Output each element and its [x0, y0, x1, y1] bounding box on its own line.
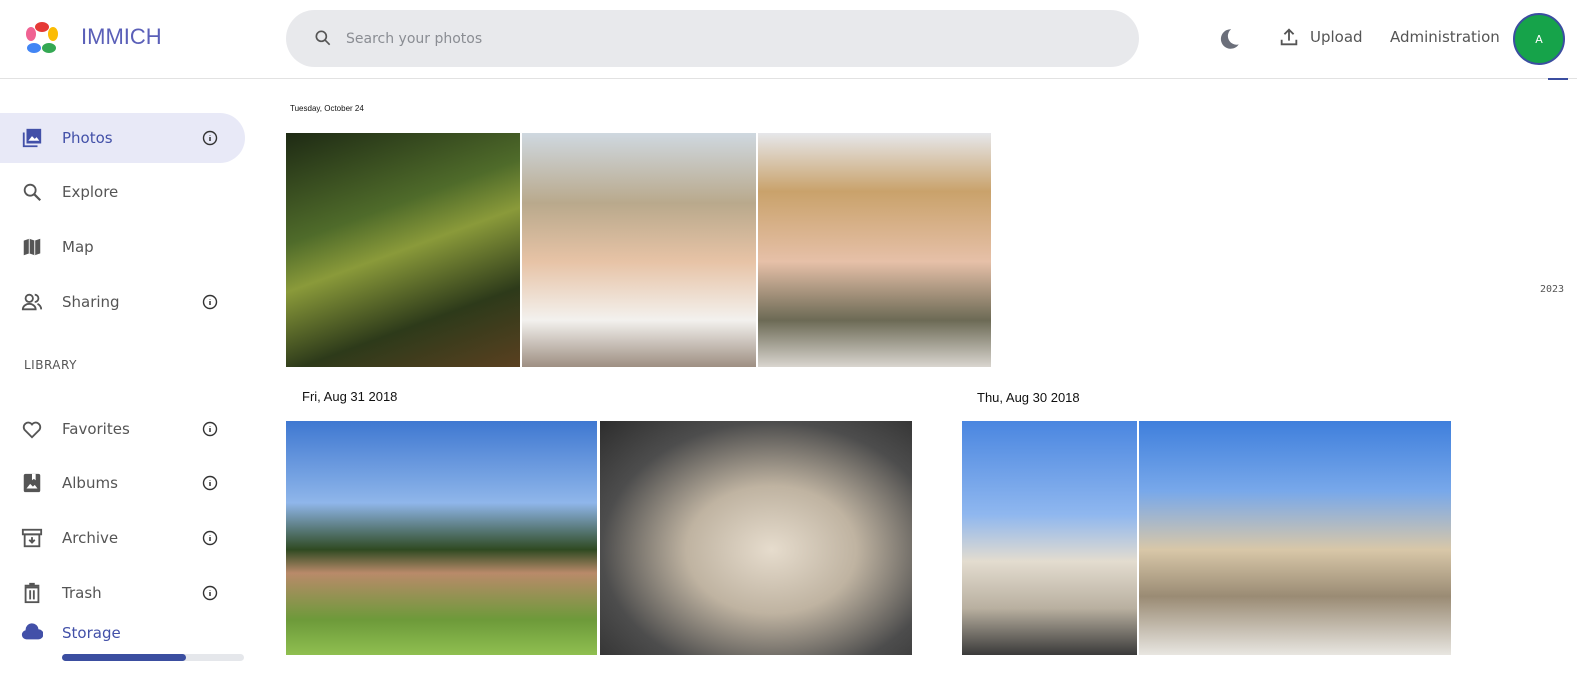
account-multiple-icon	[21, 293, 43, 311]
sidebar-item-archive[interactable]: Archive	[0, 513, 245, 563]
scrollbar-indicator	[1548, 78, 1568, 80]
date-group-label: Tuesday, October 24	[290, 104, 364, 113]
top-bar: IMMICH Upload Administration A	[0, 0, 1577, 80]
photo-thumbnail[interactable]	[1139, 421, 1451, 655]
sidebar-item-map[interactable]: Map	[0, 222, 245, 272]
photo-thumbnail[interactable]	[522, 133, 756, 367]
brand-name[interactable]: IMMICH	[81, 24, 162, 50]
info-icon[interactable]	[202, 475, 218, 491]
sidebar-item-storage[interactable]: Storage	[0, 609, 245, 659]
sidebar-item-label: Explore	[62, 183, 119, 201]
photo-thumbnail[interactable]	[962, 421, 1137, 655]
storage-usage-fill	[62, 654, 186, 661]
album-icon	[23, 473, 41, 493]
sidebar-item-label: Trash	[62, 584, 102, 602]
photos-icon	[22, 128, 42, 148]
magnify-icon	[23, 183, 42, 202]
sidebar-item-label: Photos	[62, 129, 113, 147]
sidebar-item-sharing[interactable]: Sharing	[0, 277, 245, 327]
photo-thumbnail[interactable]	[600, 421, 912, 655]
info-icon[interactable]	[202, 421, 218, 437]
storage-label: Storage	[62, 624, 121, 642]
search-input[interactable]	[346, 10, 1106, 67]
sidebar-item-label: Favorites	[62, 420, 130, 438]
photo-thumbnail[interactable]	[286, 421, 597, 655]
date-group-label: Fri, Aug 31 2018	[302, 389, 398, 404]
photo-thumbnail[interactable]	[286, 133, 520, 367]
sidebar-item-label: Archive	[62, 529, 119, 547]
search-icon	[315, 30, 331, 46]
sidebar-item-photos[interactable]: Photos	[0, 113, 245, 163]
upload-label: Upload	[1310, 28, 1363, 46]
sidebar-item-favorites[interactable]: Favorites	[0, 404, 245, 454]
sidebar-item-albums[interactable]: Albums	[0, 458, 245, 508]
date-group-label: Thu, Aug 30 2018	[977, 390, 1080, 405]
photo-thumbnail[interactable]	[758, 133, 991, 367]
immich-logo-icon[interactable]	[24, 20, 60, 56]
theme-toggle-moon-icon[interactable]	[1216, 26, 1242, 52]
upload-icon	[1280, 28, 1298, 46]
archive-icon	[21, 528, 43, 548]
library-section-label: LIBRARY	[24, 358, 77, 372]
cloud-icon	[21, 623, 43, 640]
sidebar-item-label: Sharing	[62, 293, 120, 311]
user-avatar[interactable]: A	[1513, 13, 1565, 65]
search-bar[interactable]	[286, 10, 1139, 67]
info-icon[interactable]	[202, 585, 218, 601]
storage-usage-bar	[62, 654, 244, 661]
trash-icon	[24, 582, 40, 604]
map-icon	[23, 238, 41, 256]
sidebar-item-explore[interactable]: Explore	[0, 167, 245, 217]
info-icon[interactable]	[202, 294, 218, 310]
timeline-scrubber-year[interactable]: 2023	[1540, 284, 1564, 295]
sidebar-item-label: Map	[62, 238, 94, 256]
info-icon[interactable]	[202, 130, 218, 146]
administration-link[interactable]: Administration	[1390, 28, 1500, 46]
upload-button[interactable]: Upload	[1278, 26, 1363, 48]
info-icon[interactable]	[202, 530, 218, 546]
sidebar-item-label: Albums	[62, 474, 118, 492]
heart-outline-icon	[22, 421, 42, 439]
